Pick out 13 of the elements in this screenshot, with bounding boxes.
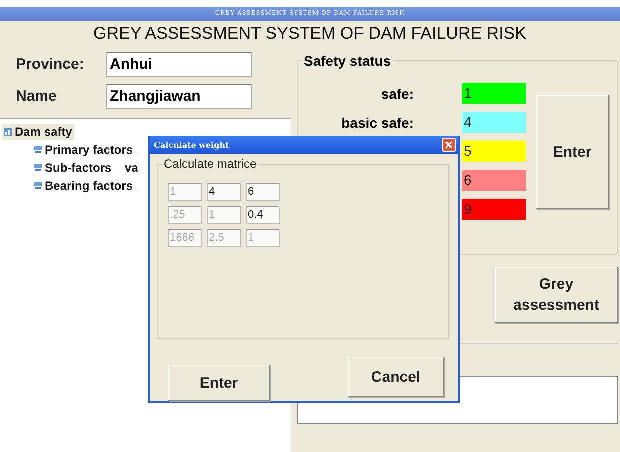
level-swatch: 4	[462, 112, 526, 133]
group-title: Calculate matrice	[162, 157, 259, 171]
level-swatch: 6	[462, 170, 526, 191]
app-heading: GREY ASSESSMENT SYSTEM OF DAM FAILURE RISK	[92, 24, 528, 44]
level-label: safe:	[380, 86, 415, 102]
field-label: Name	[16, 88, 58, 104]
level-label: basic safe:	[340, 114, 415, 130]
level-swatch: 5	[462, 141, 526, 162]
dialog-title: Calculate weight	[154, 140, 230, 150]
level-swatch: 1	[462, 83, 526, 104]
field-label: Province:	[16, 56, 86, 72]
level-swatch: 9	[462, 199, 526, 220]
group-title: Safety status	[302, 53, 394, 69]
